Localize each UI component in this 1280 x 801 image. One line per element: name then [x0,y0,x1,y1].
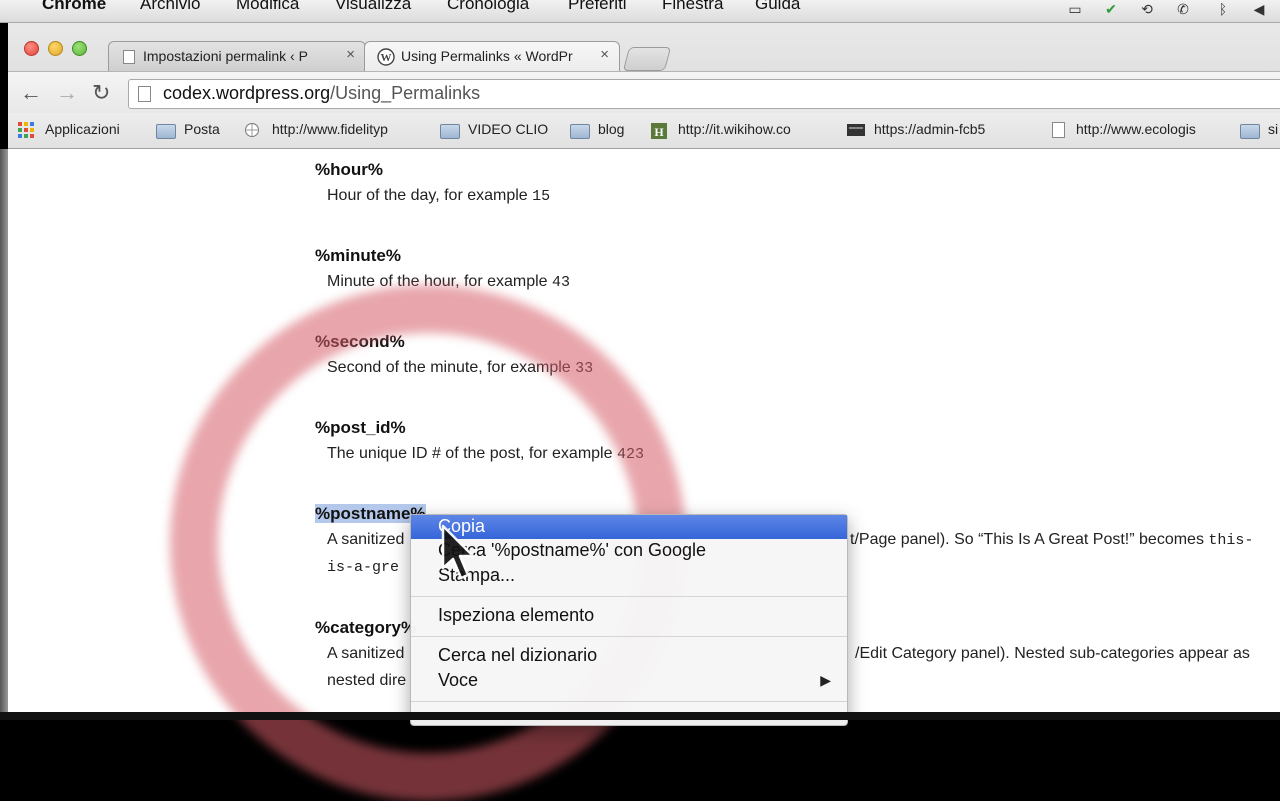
close-window-button[interactable] [24,41,39,56]
bluetooth-icon[interactable]: ᛒ [1214,2,1232,16]
mouse-cursor-icon [441,524,474,580]
submenu-arrow-icon: ▶ [820,672,831,688]
bookmark-label: Posta [184,121,220,137]
address-bar[interactable]: codex.wordpress.org/Using_Permalinks [128,79,1280,109]
menu-item-label: Cerca nel dizionario [438,645,598,665]
folder-icon [440,122,460,139]
doc-description-tail: t/Page panel). So “This Is A Great Post!… [850,531,1253,549]
volume-icon[interactable]: ◀ [1250,2,1268,16]
browser-toolbar: ← → ↻ codex.wordpress.org/Using_Permalin… [8,71,1280,114]
apps-grid-icon [18,122,38,138]
dark-page-icon [846,122,866,138]
doc-description: Hour of the day, for example 15 [327,187,550,205]
sync-icon[interactable]: ✔ [1102,2,1120,16]
folder-icon [156,122,176,139]
menu-cronologia[interactable]: Cronologia [447,0,529,14]
screen-icon[interactable]: ▭ [1066,2,1084,16]
close-tab-icon[interactable]: × [346,46,355,63]
macos-menubar: Chrome Archivio Modifica Visualizza Cron… [0,0,1280,23]
wikihow-icon: H [650,122,670,139]
bookmark-label: si [1268,121,1279,137]
bookmark-label: http://it.wikihow.co [678,121,791,137]
menu-separator [411,701,847,702]
menu-finestra[interactable]: Finestra [662,0,723,14]
window-edge [0,149,8,712]
menu-modifica[interactable]: Modifica [236,0,299,14]
tab-title: Impostazioni permalink ‹ P [143,48,308,64]
tab-impostazioni-permalink[interactable]: Impostazioni permalink ‹ P × [108,41,366,71]
reload-icon[interactable]: ↻ [92,80,110,106]
context-menu-speech[interactable]: Voce ▶ [411,669,847,693]
desc-example: 15 [532,188,551,205]
forward-arrow-icon[interactable]: → [56,80,78,106]
new-tab-button[interactable] [622,47,672,71]
context-menu-dictionary[interactable]: Cerca nel dizionario [411,644,847,668]
time-machine-icon[interactable]: ⟲ [1138,2,1156,16]
doc-term: %hour% [315,160,383,179]
context-menu: Copia Cerca '%postname%' con Google Stam… [410,514,848,726]
browser-chrome: Impostazioni permalink ‹ P × W Using Per… [8,23,1280,149]
menu-separator [411,596,847,597]
menu-item-label: Ispeziona elemento [438,605,595,625]
page-icon [1048,122,1068,138]
context-menu-inspect[interactable]: Ispeziona elemento [411,604,847,628]
url-text: codex.wordpress.org/Using_Permalinks [163,83,480,104]
zoom-window-button[interactable] [72,41,87,56]
desc-text: Hour of the day, for example [327,187,533,204]
tab-title: Using Permalinks « WordPr [401,48,573,64]
close-tab-icon[interactable]: × [600,46,609,63]
menu-visualizza[interactable]: Visualizza [335,0,411,14]
menu-separator [411,636,847,637]
bookmark-label: VIDEO CLIO [468,121,549,137]
url-path: /Using_Permalinks [330,83,481,103]
menu-guida[interactable]: Guida [755,0,800,14]
doc-entry-hour: %hour% Hour of the day, for example 15 [315,160,550,205]
folder-icon [570,122,590,139]
bookmarks-bar: Applicazioni Posta http://www.fidelityp … [8,113,1280,149]
desc-example: 43 [552,274,571,291]
menu-app-chrome[interactable]: Chrome [42,0,106,14]
folder-icon [1240,122,1260,139]
page-icon [123,50,135,64]
doc-description-tail: /Edit Category panel). Nested sub-catego… [855,645,1250,663]
tab-using-permalinks[interactable]: W Using Permalinks « WordPr × [364,41,620,71]
menu-archivio[interactable]: Archivio [140,0,200,14]
bookmark-label: https://admin-fcb5 [874,121,986,137]
back-arrow-icon[interactable]: ← [20,80,42,106]
menu-preferiti[interactable]: Preferiti [568,0,627,14]
bookmark-label: http://www.ecologis [1076,121,1196,137]
phone-icon[interactable]: ✆ [1174,2,1192,16]
menu-item-label: Voce [438,670,479,690]
svg-text:H: H [654,125,664,139]
desc-text: t/Page panel). So “This Is A Great Post!… [850,531,1209,548]
globe-icon [244,122,264,138]
menu-item-label: Cerca '%postname%' con Google [438,540,707,560]
context-menu-search-google[interactable]: Cerca '%postname%' con Google [411,539,847,563]
doc-term: %minute% [315,246,401,265]
wordpress-icon: W [377,48,395,66]
svg-text:W: W [381,52,392,64]
page-info-icon[interactable] [138,86,151,102]
url-domain: codex.wordpress.org [163,83,331,103]
minimize-window-button[interactable] [48,41,63,56]
screen-bottom-edge [0,712,1280,720]
desc-example: this- [1208,532,1254,549]
bookmark-label: blog [598,121,625,137]
bookmark-label: http://www.fidelityp [272,121,388,137]
context-menu-copy[interactable]: Copia [411,515,847,539]
desc-text: /Edit Category panel). Nested sub-catego… [855,645,1250,662]
bookmark-label: Applicazioni [45,121,120,137]
context-menu-print[interactable]: Stampa... [411,564,847,588]
doc-entry-minute: %minute% Minute of the hour, for example… [315,246,570,291]
